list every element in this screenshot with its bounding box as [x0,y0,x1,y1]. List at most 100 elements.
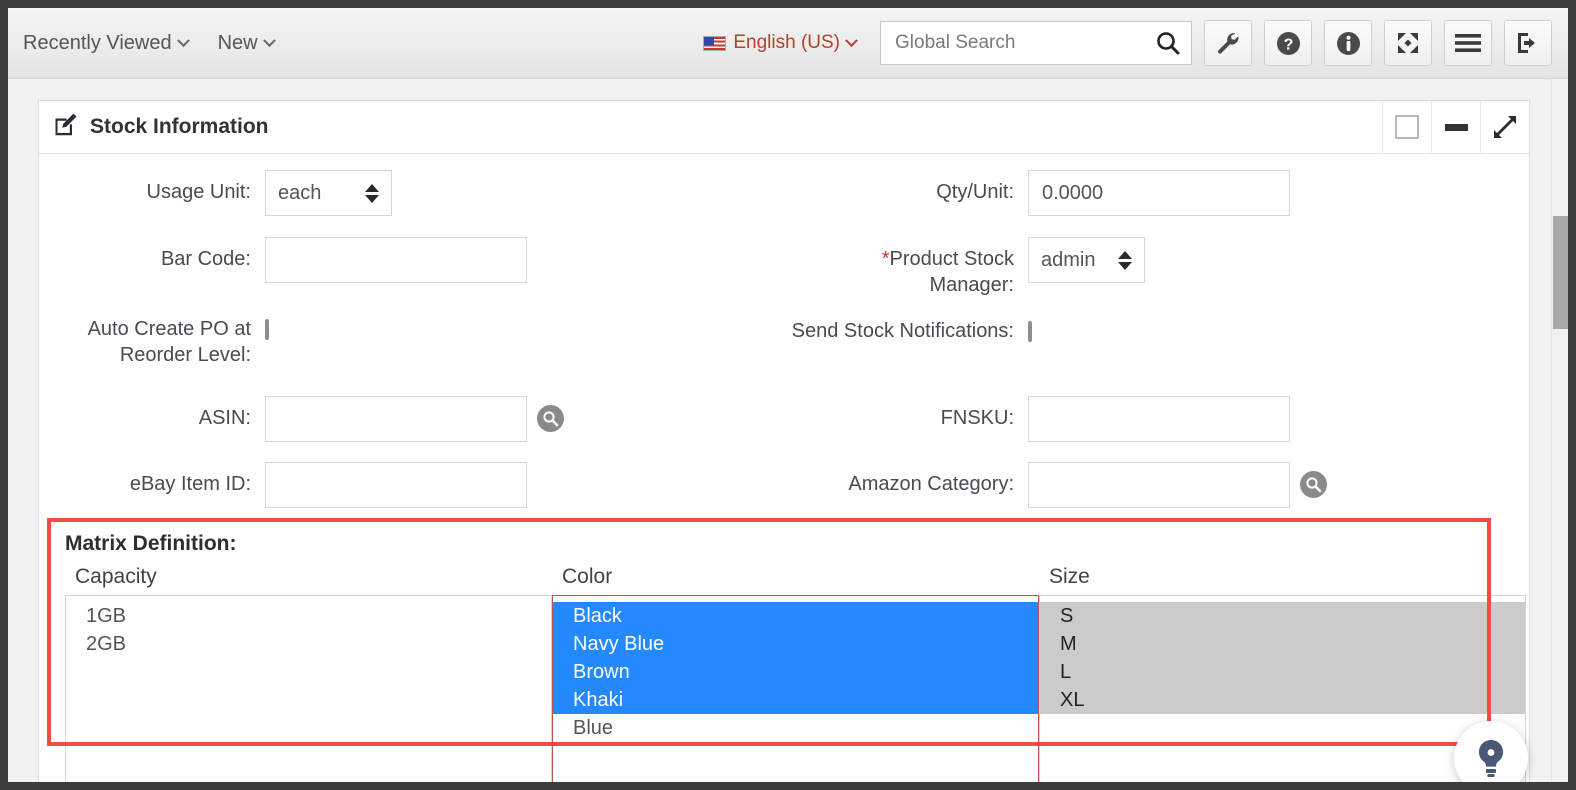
fnsku-label: FNSKU: [940,406,1014,429]
nav-menu-new-label: New [217,31,258,54]
magnifier-lookup-icon[interactable] [537,405,564,433]
list-item[interactable]: Brown [553,657,1038,686]
size-label: Size [1049,564,1090,588]
page-content: Stock Information Usage Unit: each Qty/U… [8,79,1568,782]
wrench-icon[interactable] [1204,20,1252,66]
matrix-columns: Capacity 1GB 2GB Color Black Navy Blue B… [65,565,1529,782]
bar-code-input[interactable] [265,237,527,283]
info-circle-icon[interactable] [1324,20,1372,66]
size-listbox[interactable]: S M L XL [1039,594,1526,782]
send-stock-notifications-label: Send Stock Notifications: [791,319,1014,342]
edit-pencil-square-icon [53,112,78,143]
field-product-stock-manager: *Product Stock Manager: admin [784,237,1529,299]
usage-unit-select[interactable]: each [265,170,392,216]
us-flag-icon [703,35,727,51]
field-auto-create-po: Auto Create PO at Reorder Level: [39,313,784,369]
chevron-down-icon [176,33,190,47]
lightbulb-icon [1478,739,1504,777]
page-title: Stock Information [39,112,269,143]
stock-form: Usage Unit: each Qty/Unit: 0.0000 Bar Co… [39,154,1529,508]
fnsku-input[interactable] [1028,395,1290,442]
qty-unit-input[interactable] [1028,170,1290,216]
form-row-ebay-item-id: eBay Item ID: Amazon Category: [39,461,1529,508]
field-asin: ASIN: [39,395,784,442]
list-item[interactable]: L [1040,657,1525,686]
asin-label: ASIN: [198,406,251,429]
asin-input[interactable] [265,395,527,442]
list-item[interactable]: Black [553,601,1038,630]
field-usage-unit: Usage Unit: each [39,170,784,216]
sort-updown-icon [1118,250,1132,270]
auto-create-po-checkbox[interactable] [265,318,269,340]
list-item[interactable]: XL [1040,685,1525,714]
nav-menu-new[interactable]: New [217,31,276,55]
ebay-item-id-label: eBay Item ID: [129,472,251,495]
capacity-listbox[interactable]: 1GB 2GB [65,594,552,782]
auto-create-po-label-line1: Auto Create PO at [87,317,251,340]
list-item[interactable]: Blue [553,714,1038,742]
global-search [880,21,1192,65]
list-item[interactable]: Navy Blue [553,629,1038,658]
auto-create-po-label: Auto Create PO at Reorder Level: [39,313,251,369]
matrix-column-capacity: Capacity 1GB 2GB [65,565,552,782]
qty-unit-label: Qty/Unit: [936,181,1014,203]
stock-information-panel: Stock Information Usage Unit: each Qty/U… [38,100,1530,782]
list-item[interactable]: 1GB [66,602,551,630]
matrix-column-color: Color Black Navy Blue Brown Khaki Blue [552,565,1039,782]
ebay-item-id-input[interactable] [265,461,527,508]
product-stock-manager-label-line2: Manager: [929,274,1015,297]
scrollbar-thumb[interactable] [1553,216,1568,329]
form-row-auto-create-po: Auto Create PO at Reorder Level: Send St… [39,313,1529,369]
send-stock-notifications-checkbox[interactable] [1028,320,1032,342]
form-row-bar-code: Bar Code: *Product Stock Manager: admin [39,237,1529,299]
language-selector-label: English (US) [733,32,840,53]
sort-updown-icon [365,183,379,203]
nav-menu-recently-viewed[interactable]: Recently Viewed [23,31,190,55]
nav-menu-group: Recently Viewed New [8,31,276,55]
panel-title-text: Stock Information [90,115,269,138]
panel-body: Usage Unit: each Qty/Unit: 0.0000 Bar Co… [39,154,1529,782]
search-icon[interactable] [1155,30,1181,56]
list-item[interactable]: S [1040,601,1525,630]
vertical-scrollbar[interactable] [1551,79,1568,782]
top-bar-right-group: English (US) Global Search ? [703,20,1568,66]
language-selector[interactable]: English (US) [703,32,858,54]
hamburger-menu-icon[interactable] [1444,20,1492,66]
minimize-icon[interactable] [1431,100,1480,154]
color-label: Color [562,564,613,588]
color-listbox[interactable]: Black Navy Blue Brown Khaki Blue [552,594,1039,782]
list-item[interactable]: 2GB [66,630,551,658]
product-stock-manager-label: *Product Stock Manager: [784,237,1014,299]
logout-icon[interactable] [1504,20,1552,66]
amazon-category-label: Amazon Category: [848,472,1014,495]
product-stock-manager-value: admin [1041,248,1096,271]
top-navigation-bar: Recently Viewed New English (US) Global … [8,8,1568,79]
list-item[interactable]: Khaki [553,685,1038,714]
amazon-category-input[interactable] [1028,461,1290,508]
resize-diagonal-icon[interactable] [1480,100,1529,154]
product-stock-manager-select[interactable]: admin [1028,237,1145,283]
list-item[interactable]: M [1040,629,1525,658]
product-stock-manager-label-line1: Product Stock [889,248,1014,270]
usage-unit-label: Usage Unit: [146,181,252,203]
matrix-definition-content: Matrix Definition: Capacity 1GB 2GB Colo… [39,518,1529,782]
matrix-definition-heading: Matrix Definition: [65,531,237,555]
expand-arrows-icon[interactable] [1384,20,1432,66]
field-send-stock-notifications: Send Stock Notifications: [784,313,1529,369]
panel-header: Stock Information [39,100,1529,154]
help-circle-icon[interactable]: ? [1264,20,1312,66]
matrix-column-size: Size S M L XL [1039,565,1526,782]
screen-root: Recently Viewed New English (US) Global … [0,0,1576,790]
restore-window-icon[interactable] [1382,100,1431,154]
panel-header-tools [1382,100,1529,154]
form-row-asin: ASIN: FNSKU: [39,395,1529,442]
bar-code-label: Bar Code: [160,248,251,270]
chevron-down-icon [845,33,858,47]
field-amazon-category: Amazon Category: [784,461,1529,508]
capacity-label: Capacity [75,564,157,588]
matrix-definition-section: Matrix Definition: Capacity 1GB 2GB Colo… [39,517,1529,782]
nav-menu-recently-viewed-label: Recently Viewed [23,31,172,54]
search-input[interactable] [881,22,1191,64]
usage-unit-value: each [278,181,322,204]
magnifier-lookup-icon[interactable] [1300,471,1327,499]
